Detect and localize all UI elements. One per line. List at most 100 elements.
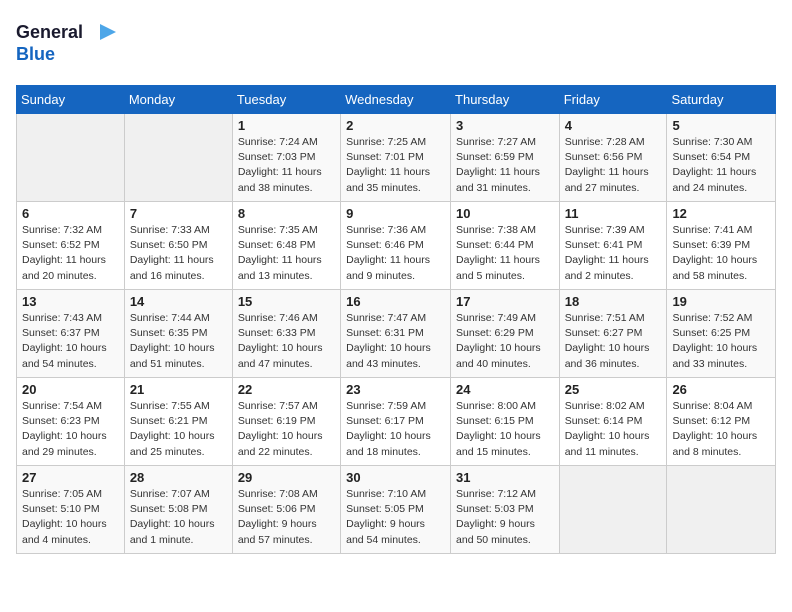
calendar-week-row: 6 Sunrise: 7:32 AMSunset: 6:52 PMDaylight…	[17, 202, 776, 290]
day-number: 30	[346, 470, 445, 485]
day-number: 12	[672, 206, 770, 221]
column-header-thursday: Thursday	[451, 86, 560, 114]
day-info: Sunrise: 8:00 AMSunset: 6:15 PMDaylight:…	[456, 399, 554, 460]
day-info: Sunrise: 7:54 AMSunset: 6:23 PMDaylight:…	[22, 399, 119, 460]
calendar-week-row: 1 Sunrise: 7:24 AMSunset: 7:03 PMDaylight…	[17, 114, 776, 202]
day-number: 16	[346, 294, 445, 309]
calendar-cell	[559, 466, 667, 554]
day-number: 27	[22, 470, 119, 485]
calendar-cell: 2Sunrise: 7:25 AMSunset: 7:01 PMDaylight…	[341, 114, 451, 202]
page-header: General Blue	[16, 16, 776, 73]
calendar-cell: 20 Sunrise: 7:54 AMSunset: 6:23 PMDayligh…	[17, 378, 125, 466]
calendar-cell: 1 Sunrise: 7:24 AMSunset: 7:03 PMDaylight…	[232, 114, 340, 202]
day-number: 4	[565, 118, 662, 133]
calendar-cell: 4 Sunrise: 7:28 AMSunset: 6:56 PMDaylight…	[559, 114, 667, 202]
calendar-cell: 23 Sunrise: 7:59 AMSunset: 6:17 PMDayligh…	[341, 378, 451, 466]
day-number: 13	[22, 294, 119, 309]
day-info: Sunrise: 7:35 AMSunset: 6:48 PMDaylight:…	[238, 223, 335, 284]
calendar-cell	[17, 114, 125, 202]
day-info: Sunrise: 7:05 AMSunset: 5:10 PMDaylight:…	[22, 487, 119, 548]
calendar-cell: 15 Sunrise: 7:46 AMSunset: 6:33 PMDayligh…	[232, 290, 340, 378]
day-info: Sunrise: 7:07 AMSunset: 5:08 PMDaylight:…	[130, 487, 227, 548]
calendar-cell: 21 Sunrise: 7:55 AMSunset: 6:21 PMDayligh…	[124, 378, 232, 466]
day-info: Sunrise: 7:32 AMSunset: 6:52 PMDaylight:…	[22, 223, 119, 284]
day-number: 22	[238, 382, 335, 397]
calendar-week-row: 27 Sunrise: 7:05 AMSunset: 5:10 PMDayligh…	[17, 466, 776, 554]
column-header-monday: Monday	[124, 86, 232, 114]
calendar-cell: 16 Sunrise: 7:47 AMSunset: 6:31 PMDayligh…	[341, 290, 451, 378]
day-info: Sunrise: 7:39 AMSunset: 6:41 PMDaylight:…	[565, 223, 662, 284]
day-info: Sunrise: 7:59 AMSunset: 6:17 PMDaylight:…	[346, 399, 445, 460]
calendar-cell: 31 Sunrise: 7:12 AMSunset: 5:03 PMDayligh…	[451, 466, 560, 554]
day-number: 14	[130, 294, 227, 309]
day-number: 23	[346, 382, 445, 397]
day-info: Sunrise: 7:52 AMSunset: 6:25 PMDaylight:…	[672, 311, 770, 372]
day-info: Sunrise: 7:28 AMSunset: 6:56 PMDaylight:…	[565, 135, 662, 196]
calendar-cell: 28 Sunrise: 7:07 AMSunset: 5:08 PMDayligh…	[124, 466, 232, 554]
day-number: 28	[130, 470, 227, 485]
day-number: 2	[346, 118, 445, 133]
calendar-week-row: 13Sunrise: 7:43 AMSunset: 6:37 PMDayligh…	[17, 290, 776, 378]
day-info: Sunrise: 7:36 AMSunset: 6:46 PMDaylight:…	[346, 223, 445, 284]
day-number: 3	[456, 118, 554, 133]
calendar-cell: 30 Sunrise: 7:10 AMSunset: 5:05 PMDayligh…	[341, 466, 451, 554]
column-header-tuesday: Tuesday	[232, 86, 340, 114]
calendar-cell: 9 Sunrise: 7:36 AMSunset: 6:46 PMDaylight…	[341, 202, 451, 290]
logo-svg: General Blue	[16, 16, 126, 68]
calendar-cell: 17 Sunrise: 7:49 AMSunset: 6:29 PMDayligh…	[451, 290, 560, 378]
calendar-cell: 26Sunrise: 8:04 AMSunset: 6:12 PMDayligh…	[667, 378, 776, 466]
day-number: 5	[672, 118, 770, 133]
day-number: 10	[456, 206, 554, 221]
day-number: 9	[346, 206, 445, 221]
day-number: 17	[456, 294, 554, 309]
day-number: 20	[22, 382, 119, 397]
column-header-friday: Friday	[559, 86, 667, 114]
calendar-cell: 3 Sunrise: 7:27 AMSunset: 6:59 PMDaylight…	[451, 114, 560, 202]
calendar-cell: 5 Sunrise: 7:30 AMSunset: 6:54 PMDaylight…	[667, 114, 776, 202]
day-number: 6	[22, 206, 119, 221]
calendar-cell: 25 Sunrise: 8:02 AMSunset: 6:14 PMDayligh…	[559, 378, 667, 466]
column-header-saturday: Saturday	[667, 86, 776, 114]
day-info: Sunrise: 7:33 AMSunset: 6:50 PMDaylight:…	[130, 223, 227, 284]
calendar-cell: 10 Sunrise: 7:38 AMSunset: 6:44 PMDayligh…	[451, 202, 560, 290]
day-number: 11	[565, 206, 662, 221]
day-info: Sunrise: 7:55 AMSunset: 6:21 PMDaylight:…	[130, 399, 227, 460]
day-info: Sunrise: 8:02 AMSunset: 6:14 PMDaylight:…	[565, 399, 662, 460]
calendar-cell: 29 Sunrise: 7:08 AMSunset: 5:06 PMDayligh…	[232, 466, 340, 554]
calendar-cell: 7Sunrise: 7:33 AMSunset: 6:50 PMDaylight…	[124, 202, 232, 290]
day-info: Sunrise: 7:47 AMSunset: 6:31 PMDaylight:…	[346, 311, 445, 372]
calendar-cell: 11 Sunrise: 7:39 AMSunset: 6:41 PMDayligh…	[559, 202, 667, 290]
calendar-cell: 19Sunrise: 7:52 AMSunset: 6:25 PMDayligh…	[667, 290, 776, 378]
day-info: Sunrise: 7:30 AMSunset: 6:54 PMDaylight:…	[672, 135, 770, 196]
day-info: Sunrise: 7:41 AMSunset: 6:39 PMDaylight:…	[672, 223, 770, 284]
day-info: Sunrise: 7:44 AMSunset: 6:35 PMDaylight:…	[130, 311, 227, 372]
day-info: Sunrise: 7:08 AMSunset: 5:06 PMDaylight:…	[238, 487, 335, 548]
calendar-cell: 22 Sunrise: 7:57 AMSunset: 6:19 PMDayligh…	[232, 378, 340, 466]
day-number: 15	[238, 294, 335, 309]
calendar-week-row: 20 Sunrise: 7:54 AMSunset: 6:23 PMDayligh…	[17, 378, 776, 466]
logo: General Blue	[16, 16, 126, 73]
calendar-table: SundayMondayTuesdayWednesdayThursdayFrid…	[16, 85, 776, 554]
day-number: 1	[238, 118, 335, 133]
day-info: Sunrise: 7:10 AMSunset: 5:05 PMDaylight:…	[346, 487, 445, 548]
day-info: Sunrise: 7:46 AMSunset: 6:33 PMDaylight:…	[238, 311, 335, 372]
calendar-cell: 14 Sunrise: 7:44 AMSunset: 6:35 PMDayligh…	[124, 290, 232, 378]
day-info: Sunrise: 8:04 AMSunset: 6:12 PMDaylight:…	[672, 399, 770, 460]
calendar-header-row: SundayMondayTuesdayWednesdayThursdayFrid…	[17, 86, 776, 114]
day-info: Sunrise: 7:12 AMSunset: 5:03 PMDaylight:…	[456, 487, 554, 548]
calendar-cell: 24Sunrise: 8:00 AMSunset: 6:15 PMDayligh…	[451, 378, 560, 466]
day-number: 8	[238, 206, 335, 221]
calendar-cell: 13Sunrise: 7:43 AMSunset: 6:37 PMDayligh…	[17, 290, 125, 378]
day-info: Sunrise: 7:38 AMSunset: 6:44 PMDaylight:…	[456, 223, 554, 284]
day-info: Sunrise: 7:27 AMSunset: 6:59 PMDaylight:…	[456, 135, 554, 196]
day-number: 31	[456, 470, 554, 485]
day-info: Sunrise: 7:57 AMSunset: 6:19 PMDaylight:…	[238, 399, 335, 460]
day-number: 21	[130, 382, 227, 397]
column-header-wednesday: Wednesday	[341, 86, 451, 114]
day-number: 25	[565, 382, 662, 397]
day-info: Sunrise: 7:49 AMSunset: 6:29 PMDaylight:…	[456, 311, 554, 372]
calendar-cell: 6 Sunrise: 7:32 AMSunset: 6:52 PMDaylight…	[17, 202, 125, 290]
day-number: 29	[238, 470, 335, 485]
column-header-sunday: Sunday	[17, 86, 125, 114]
day-info: Sunrise: 7:24 AMSunset: 7:03 PMDaylight:…	[238, 135, 335, 196]
